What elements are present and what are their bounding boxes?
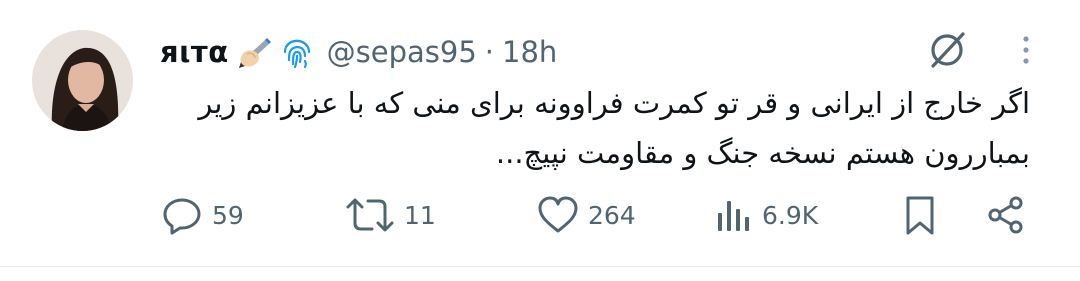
- more-options-icon[interactable]: [1014, 34, 1038, 66]
- heart-icon: [538, 196, 578, 233]
- display-name[interactable]: яιтα: [160, 35, 229, 69]
- reply-icon: [163, 198, 201, 235]
- tweet-text-line-2: بمباررون هستم نسخه جنگ و مقاومت نپیچ...: [495, 136, 1030, 170]
- action-bar: 59 11 264 6.9K: [0, 190, 1080, 240]
- tweet-card[interactable]: яιтα @sepas95 · 18h اگر خارج از ایرانی و…: [0, 0, 1080, 266]
- avatar[interactable]: [32, 30, 133, 131]
- view-count: 6.9K: [762, 200, 819, 230]
- views-chart-icon: [718, 201, 749, 231]
- repost-count: 11: [404, 200, 436, 230]
- writing-hand-icon: [235, 34, 273, 70]
- tweet-header: яιтα @sepas95 · 18h: [160, 32, 557, 72]
- bookmark-button[interactable]: [898, 190, 942, 240]
- tweet-text: اگر خارج از ایرانی و قر تو کمرت فراوونه …: [160, 78, 1030, 178]
- timestamp[interactable]: 18h: [502, 35, 557, 69]
- grok-icon[interactable]: [925, 28, 969, 72]
- bookmark-icon: [906, 196, 934, 235]
- user-handle[interactable]: @sepas95: [327, 35, 477, 69]
- reply-count: 59: [212, 200, 244, 230]
- like-button[interactable]: 264: [536, 190, 636, 240]
- views-button[interactable]: 6.9K: [714, 190, 818, 240]
- tweet-text-line-1: اگر خارج از ایرانی و قر تو کمرت فراوونه …: [198, 86, 1030, 120]
- repost-button[interactable]: 11: [344, 190, 436, 240]
- like-count: 264: [588, 200, 636, 230]
- repost-icon: [346, 198, 394, 232]
- separator-dot: ·: [484, 35, 495, 69]
- share-button[interactable]: [984, 190, 1028, 240]
- tweet-divider: [0, 266, 1080, 267]
- reply-button[interactable]: 59: [160, 190, 244, 240]
- avatar-photo: [32, 30, 133, 131]
- share-icon: [988, 196, 1023, 234]
- fingerprint-icon: [279, 34, 317, 70]
